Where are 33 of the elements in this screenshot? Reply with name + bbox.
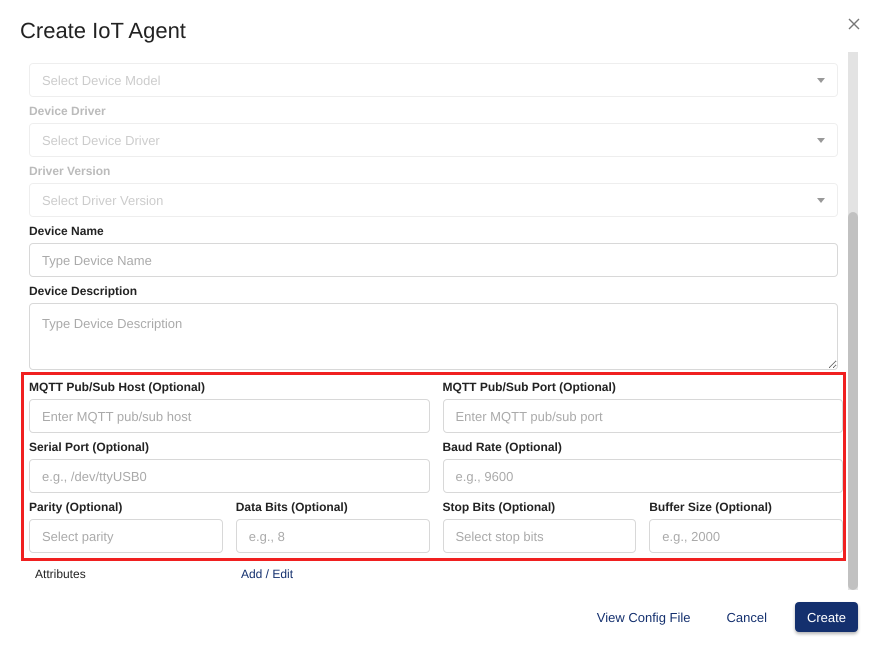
field-label: Device Driver [29,104,107,118]
add-edit-link[interactable]: Add / Edit [241,567,294,581]
create-button[interactable]: Create [794,602,858,632]
input-field[interactable]: Enter MQTT pub/sub port [442,399,843,433]
field-label: MQTT Pub/Sub Port (Optional) [442,380,617,394]
caret-icon [817,78,825,82]
field-label: Baud Rate (Optional) [442,440,563,454]
description-field[interactable]: Type Device Description [29,303,838,370]
field-label: Serial Port (Optional) [29,440,150,454]
footer-button[interactable]: View Config File [588,604,698,630]
input-field[interactable]: e.g., 2000 [649,519,843,553]
field-label: Device Name [29,224,105,238]
input-field[interactable]: e.g., 9600 [442,459,843,493]
field-label: Device Description [29,284,138,298]
field-label: MQTT Pub/Sub Host (Optional) [29,380,206,394]
caret-icon [817,198,825,202]
field-label: Driver Version [29,164,112,178]
field-label: Parity (Optional) [29,500,124,514]
field-label: Data Bits (Optional) [236,500,349,514]
input-field[interactable]: Enter MQTT pub/sub host [29,399,430,433]
attributes-label: Attributes [35,567,86,581]
field-label: Stop Bits (Optional) [442,500,556,514]
input-field[interactable]: e.g., /dev/ttyUSB0 [29,459,430,493]
field-label: Buffer Size (Optional) [649,500,773,514]
input-field[interactable]: Select parity [29,519,223,553]
caret-icon [817,138,825,142]
dialog-title: Create IoT Agent [20,18,186,44]
close-icon[interactable] [848,18,860,30]
input-field[interactable]: Select stop bits [442,519,636,553]
scrollbar[interactable] [848,52,858,590]
footer-button[interactable]: Cancel [718,604,775,630]
input-field[interactable]: e.g., 8 [236,519,430,553]
input-field[interactable]: Type Device Name [29,243,838,277]
